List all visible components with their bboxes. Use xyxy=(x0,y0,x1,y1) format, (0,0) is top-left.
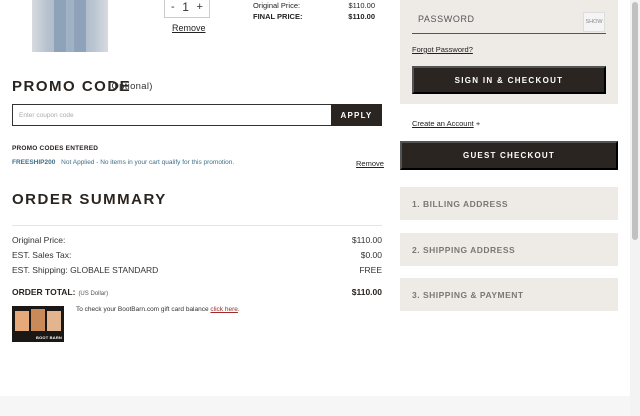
promo-code-status: Not Applied - No items in your cart qual… xyxy=(61,159,235,166)
create-account-toggle[interactable]: Create an Account + xyxy=(412,119,480,128)
promo-optional-label: (Optional) xyxy=(108,81,153,92)
footer-band xyxy=(0,396,630,416)
summary-value: FREE xyxy=(359,265,382,275)
increment-button[interactable]: + xyxy=(197,1,203,13)
sign-in-checkout-button[interactable]: SIGN IN & CHECKOUT xyxy=(412,66,606,94)
order-total-currency: (US Dollar) xyxy=(78,291,109,297)
promo-code-value: FREESHIP200 xyxy=(12,159,56,166)
order-total-row: ORDER TOTAL: (US Dollar) $110.00 xyxy=(12,287,382,297)
jeans-leg-left xyxy=(54,0,66,52)
create-account-link[interactable]: Create an Account xyxy=(412,119,474,128)
plus-icon: + xyxy=(475,119,481,128)
summary-value: $0.00 xyxy=(360,250,382,260)
remove-item-link[interactable]: Remove xyxy=(172,23,206,33)
summary-value: $110.00 xyxy=(351,235,382,245)
checkout-page: - 1 + Remove Original Price: $110.00 FIN… xyxy=(0,0,640,416)
promo-codes-entered-title: PROMO CODES ENTERED xyxy=(12,145,99,152)
summary-label: EST. Sales Tax: xyxy=(12,250,72,260)
scrollbar-thumb[interactable] xyxy=(632,2,638,240)
gift-card-panel xyxy=(31,309,45,331)
summary-row-sales-tax: EST. Sales Tax: $0.00 xyxy=(12,250,382,260)
quantity-value: 1 xyxy=(182,0,189,14)
order-total-label-group: ORDER TOTAL: (US Dollar) xyxy=(12,287,108,297)
item-price-block: Original Price: $110.00 FINAL PRICE: $11… xyxy=(253,0,375,22)
gift-card-panel xyxy=(47,311,61,331)
gift-card-image: BOOT BARN xyxy=(12,306,64,342)
order-total-value: $110.00 xyxy=(351,287,382,297)
divider xyxy=(12,225,382,226)
password-field[interactable]: PASSWORD xyxy=(412,10,606,34)
summary-label: Original Price: xyxy=(12,235,66,245)
quantity-stepper[interactable]: - 1 + xyxy=(164,0,210,18)
gift-card-period: . xyxy=(237,306,240,313)
apply-button[interactable]: APPLY xyxy=(331,104,382,126)
step-shipping-payment: 3. SHIPPING & PAYMENT xyxy=(400,278,618,311)
show-password-button[interactable]: SHOW xyxy=(583,12,605,32)
summary-row-original-price: Original Price: $110.00 xyxy=(12,235,382,245)
item-original-price-label: Original Price: xyxy=(253,1,301,10)
step-billing-address: 1. BILLING ADDRESS xyxy=(400,187,618,220)
item-original-price-value: $110.00 xyxy=(348,1,375,10)
order-summary-title: ORDER SUMMARY xyxy=(12,191,167,208)
remove-promo-link[interactable]: Remove xyxy=(356,159,384,168)
gift-card-balance-link[interactable]: click here xyxy=(210,306,237,313)
summary-label: EST. Shipping: GLOBALE STANDARD xyxy=(12,265,159,275)
gift-card-text: To check your BootBarn.com gift card bal… xyxy=(76,306,209,313)
promo-code-entry: FREESHIP200 Not Applied - No items in yo… xyxy=(12,159,234,166)
forgot-password-link[interactable]: Forgot Password? xyxy=(412,45,473,54)
item-final-price-value: $110.00 xyxy=(348,12,375,21)
item-final-price-label: FINAL PRICE: xyxy=(253,12,303,21)
boot-barn-logo: BOOT BARN xyxy=(36,335,63,340)
product-image[interactable] xyxy=(32,0,108,52)
step-shipping-address: 2. SHIPPING ADDRESS xyxy=(400,233,618,266)
decrement-button[interactable]: - xyxy=(171,1,175,13)
coupon-code-input[interactable] xyxy=(12,104,332,126)
item-final-price-row: FINAL PRICE: $110.00 xyxy=(253,11,375,22)
gift-card-balance-text: To check your BootBarn.com gift card bal… xyxy=(76,306,240,313)
gift-card-panel xyxy=(15,311,29,331)
order-total-label: ORDER TOTAL: xyxy=(12,287,76,297)
summary-row-shipping: EST. Shipping: GLOBALE STANDARD FREE xyxy=(12,265,382,275)
item-original-price-row: Original Price: $110.00 xyxy=(253,0,375,11)
guest-checkout-button[interactable]: GUEST CHECKOUT xyxy=(400,141,618,170)
jeans-leg-right xyxy=(74,0,86,52)
